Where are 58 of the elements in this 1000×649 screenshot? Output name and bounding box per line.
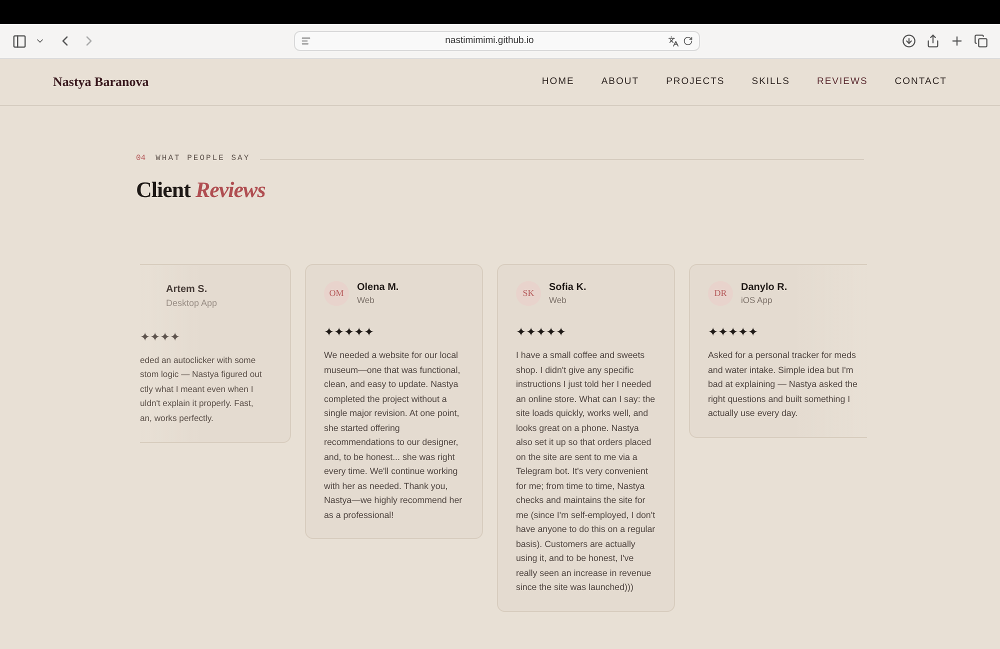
reviewer-project: Web [357, 294, 376, 306]
review-text-line: eded an autoclicker with some [140, 354, 257, 366]
download-icon[interactable] [902, 34, 916, 48]
star-icon: ✦ [516, 326, 526, 338]
page-icon [301, 36, 311, 46]
star-icon: ✦ [556, 326, 566, 338]
star-icon: ✦ [738, 326, 748, 338]
tabs-icon[interactable] [974, 34, 988, 48]
avatar-initials: SK [516, 281, 541, 306]
star-icon: ✦ [160, 330, 170, 342]
review-text: I have a small coffee and sweets shop. I didn't give any specific instructions I just told her I needed an online store. What can I say: the site loads quickly, works well, and looks great on a phone. Nastya also set it up so that orders placed on the site are sent to me via a Telegram bot. It's very convenient for me; from time to time, Nastya checks and maintains the site for me (since I'm self-employed, I don't have anyone to do this on a regular basis). Customers are actually using it, and to be honest, I've really seen an increase in revenue since the site was launched))) [516, 349, 656, 594]
review-text: Asked for a personal tracker for meds and water intake. Simple idea but I'm bad at explaining — Nastya asked the right questions and built something I actually use every day. [708, 349, 858, 420]
star-icon: ✦ [728, 326, 738, 338]
star-icon: ✦ [708, 326, 718, 338]
star-icon: ✦ [526, 326, 536, 338]
reviewer-name: Olena M. [357, 281, 399, 294]
star-icon: ✦ [748, 326, 758, 338]
section-number: 04 [136, 153, 146, 165]
avatar-initials: OM [324, 281, 349, 306]
translate-icon[interactable] [668, 36, 679, 46]
review-text-line: stom logic — Nastya figured out [140, 368, 263, 381]
review-text: We needed a website for our local museum—one that was functional, clean, and easy to update. Nastya completed the project without a single major revision. At one point, she started offering recommendations to our designer, and, to be honest... she was right every time. We'll continue working with her as needed. Thank you, Nastya—we highly recommend her as a professional! [324, 349, 464, 522]
section-title: Client Reviews [136, 176, 266, 204]
address-bar[interactable]: nastimimimi.github.io [294, 31, 700, 51]
star-icon: ✦ [170, 330, 180, 342]
review-text-line: ctly what I meant even when I [140, 382, 254, 396]
star-icon: ✦ [718, 326, 728, 338]
star-icon: ✦ [364, 326, 374, 338]
star-icon: ✦ [344, 326, 354, 338]
nav-link[interactable]: REVIEWS [816, 74, 868, 90]
nav-link[interactable]: CONTACT [894, 74, 947, 90]
star-icon: ✦ [546, 326, 556, 338]
star-icon: ✦ [536, 326, 546, 338]
reload-icon[interactable] [683, 36, 693, 46]
star-icon: ✦ [140, 330, 150, 342]
star-icon: ✦ [150, 330, 160, 342]
avatar-initials: DR [708, 281, 733, 306]
new-tab-icon[interactable] [950, 34, 964, 48]
url-text: nastimimimi.github.io [444, 34, 535, 48]
star-icon: ✦ [334, 326, 344, 338]
reviewer-project: iOS App [741, 294, 774, 306]
reviewer-name: Artem S. [166, 283, 208, 297]
nav-link[interactable]: PROJECTS [666, 74, 725, 90]
reviewer-name: Danylo R. [741, 281, 788, 294]
reviewer-project: Web [549, 294, 568, 306]
sidebar-icon[interactable] [12, 34, 27, 48]
reviewer-project: Desktop App [166, 297, 218, 310]
star-icon: ✦ [354, 326, 364, 338]
brand-name[interactable]: Nastya Baranova [53, 72, 149, 92]
star-icon: ✦ [324, 326, 334, 338]
share-icon[interactable] [926, 34, 940, 48]
nav-link[interactable]: HOME [542, 74, 574, 90]
section-eyebrow: WHAT PEOPLE SAY [156, 153, 250, 165]
review-text-line: an, works perfectly. [140, 412, 214, 425]
reviewer-name: Sofia K. [549, 281, 586, 294]
nav-link[interactable]: ABOUT [601, 74, 640, 90]
nav-link[interactable]: SKILLS [752, 74, 790, 90]
review-text-line: uldn't explain it properly. Fast, [140, 397, 254, 410]
